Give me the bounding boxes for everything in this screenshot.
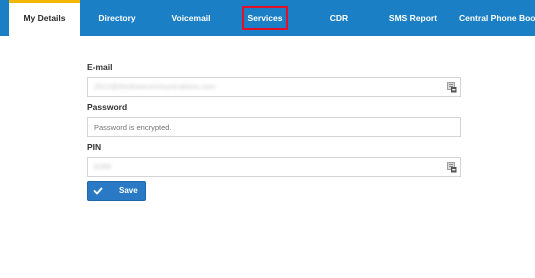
password-label: Password [87, 102, 128, 112]
pin-value: 6289 [94, 162, 111, 171]
tab-label: Voicemail [171, 13, 211, 23]
tab-label: CDR [329, 13, 349, 23]
tab-bar: My Details Directory Voicemail Services … [0, 0, 535, 36]
tab-my-details[interactable]: My Details [9, 0, 80, 36]
tab-directory[interactable]: Directory [87, 0, 147, 36]
tab-services[interactable]: Services [236, 0, 294, 36]
tab-cdr[interactable]: CDR [314, 0, 364, 36]
password-manager-icon[interactable] [447, 162, 457, 173]
pin-field[interactable]: 6289 [87, 157, 461, 177]
tab-sms-report[interactable]: SMS Report [380, 0, 446, 36]
tab-central-phone-book[interactable]: Central Phone Book [457, 0, 535, 36]
pin-label: PIN [87, 142, 102, 152]
email-label: E-mail [87, 62, 113, 72]
tab-label: SMS Report [388, 13, 438, 23]
tab-label: Directory [98, 13, 136, 23]
tab-label: Services [241, 6, 289, 30]
password-field[interactable] [87, 117, 461, 137]
password-manager-icon[interactable] [447, 82, 457, 93]
email-value: 2512@thedrawcommunications.com [94, 82, 216, 91]
tab-label: Central Phone Book [459, 13, 535, 23]
tab-voicemail[interactable]: Voicemail [160, 0, 222, 36]
tab-label: My Details [23, 13, 66, 23]
save-button-label: Save [119, 186, 138, 195]
check-icon [93, 187, 103, 195]
save-button[interactable]: Save [87, 181, 146, 201]
email-field[interactable]: 2512@thedrawcommunications.com [87, 77, 461, 97]
